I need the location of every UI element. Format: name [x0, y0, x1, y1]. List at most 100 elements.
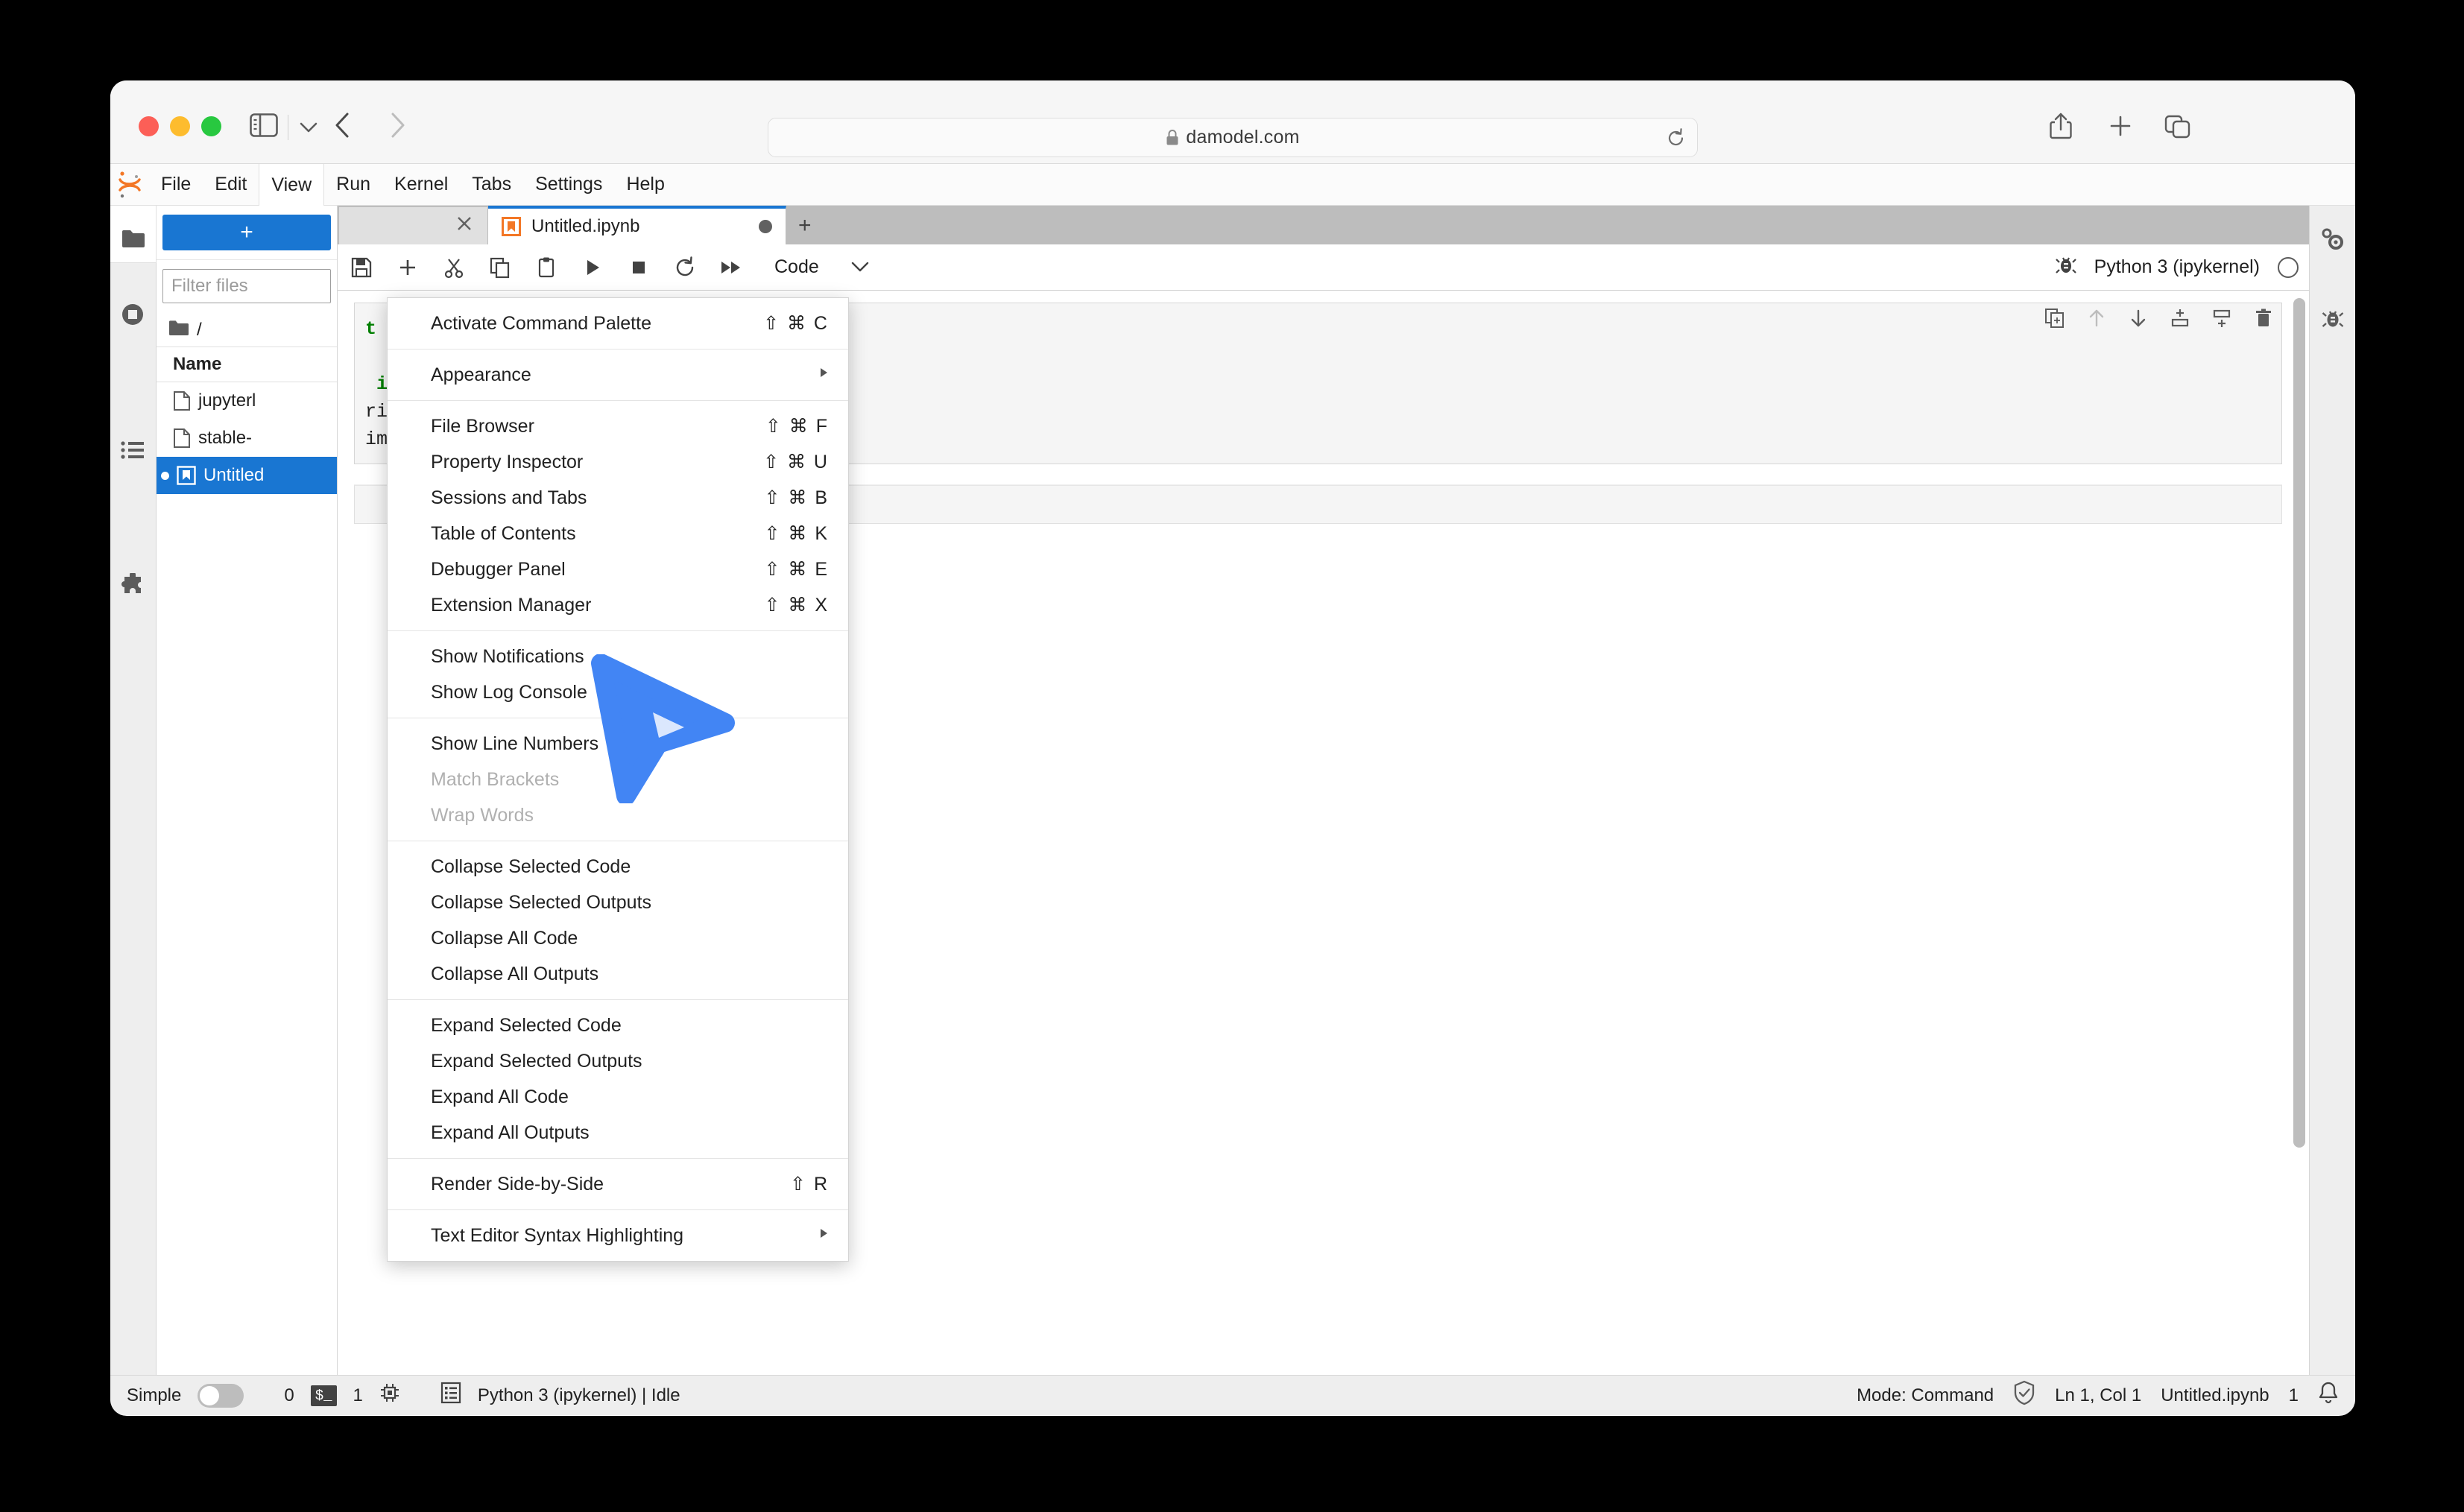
notebook-scrollbar-track[interactable]	[2290, 291, 2309, 1375]
view-dropdown-menu[interactable]: Activate Command Palette ⇧ ⌘ C Appearance F…	[387, 297, 849, 1262]
copy-icon[interactable]	[487, 254, 514, 281]
file-browser-column-header[interactable]: Name	[157, 347, 337, 382]
cpu-icon[interactable]	[379, 1382, 400, 1408]
address-bar[interactable]: damodel.com	[768, 118, 1698, 157]
insert-cell-below-icon[interactable]	[2211, 308, 2232, 332]
file-list-item[interactable]: jupyterl	[157, 382, 337, 420]
menu-item-collapse-selected-outputs[interactable]: Collapse Selected Outputs	[388, 885, 848, 920]
restart-run-all-icon[interactable]	[718, 254, 745, 281]
menu-item-file-browser[interactable]: File Browser ⇧ ⌘ F	[388, 408, 848, 444]
menubar-item-kernel[interactable]: Kernel	[382, 164, 460, 206]
tab-overview-icon[interactable]	[2164, 112, 2192, 144]
menu-item-collapse-all-code[interactable]: Collapse All Code	[388, 920, 848, 956]
close-icon[interactable]	[455, 214, 474, 238]
chevron-down-icon[interactable]	[299, 116, 318, 139]
cell-type-select[interactable]: Code	[774, 256, 870, 278]
file-browser-rows: jupyterl stable- Untitled	[157, 382, 337, 494]
delete-cell-icon[interactable]	[2253, 308, 2274, 332]
filter-files-input[interactable]: Filter files	[162, 269, 331, 303]
bug-icon[interactable]	[2055, 253, 2076, 281]
window-close-button[interactable]	[139, 116, 159, 136]
sidebar-item-running-terminals[interactable]	[110, 291, 156, 338]
menubar-item-help[interactable]: Help	[614, 164, 676, 206]
share-icon[interactable]	[2048, 112, 2073, 144]
cut-icon[interactable]	[440, 254, 467, 281]
sidebar-item-extension-manager[interactable]	[110, 563, 156, 609]
debugger-bug-icon[interactable]	[2310, 295, 2356, 341]
menu-item-expand-selected-code[interactable]: Expand Selected Code	[388, 1008, 848, 1043]
menu-item-expand-selected-outputs[interactable]: Expand Selected Outputs	[388, 1043, 848, 1079]
file-list-item[interactable]: Untitled	[157, 457, 337, 494]
trusted-shield-icon[interactable]	[2013, 1380, 2035, 1411]
simple-mode-label: Simple	[127, 1385, 182, 1405]
menubar-item-run[interactable]: Run	[324, 164, 382, 206]
menu-item-table-of-contents[interactable]: Table of Contents ⇧ ⌘ K	[388, 516, 848, 551]
menubar-item-view[interactable]: View	[259, 163, 325, 206]
insert-cell-above-icon[interactable]	[2170, 308, 2190, 332]
property-inspector-icon[interactable]	[2310, 216, 2356, 262]
stop-icon[interactable]	[625, 254, 652, 281]
menu-item-show-notifications[interactable]: Show Notifications	[388, 639, 848, 674]
add-cell-icon[interactable]	[394, 254, 421, 281]
sidebar-item-table-of-contents[interactable]	[110, 427, 156, 473]
paste-icon[interactable]	[533, 254, 560, 281]
menu-item-label: Extension Manager	[431, 594, 592, 616]
menu-item-debugger-panel[interactable]: Debugger Panel ⇧ ⌘ E	[388, 551, 848, 587]
menu-item-match-brackets: Match Brackets	[388, 762, 848, 797]
menu-item-collapse-selected-code[interactable]: Collapse Selected Code	[388, 849, 848, 885]
notebook-scrollbar-thumb[interactable]	[2293, 298, 2305, 1148]
cell-toolbar	[2044, 308, 2274, 332]
save-icon[interactable]	[348, 254, 375, 281]
menubar-item-file[interactable]: File	[149, 164, 203, 206]
menu-item-shortcut: ⇧ R	[790, 1174, 829, 1195]
menu-item-collapse-all-outputs[interactable]: Collapse All Outputs	[388, 956, 848, 992]
window-minimize-button[interactable]	[170, 116, 190, 136]
new-tab-button[interactable]	[2108, 112, 2133, 144]
notebook-icon	[177, 466, 196, 485]
duplicate-cell-icon[interactable]	[2044, 308, 2065, 332]
sidebar-item-file-browser[interactable]	[110, 216, 157, 262]
back-button[interactable]	[332, 110, 354, 144]
menu-item-text-editor-syntax-highlighting[interactable]: Text Editor Syntax Highlighting	[388, 1218, 848, 1253]
menu-item-expand-all-outputs[interactable]: Expand All Outputs	[388, 1115, 848, 1151]
breadcrumb[interactable]: /	[157, 314, 337, 347]
menubar-item-edit[interactable]: Edit	[203, 164, 259, 206]
reload-icon[interactable]	[1665, 127, 1687, 153]
menu-item-property-inspector[interactable]: Property Inspector ⇧ ⌘ U	[388, 444, 848, 480]
kernel-idle-circle-icon[interactable]	[2278, 256, 2299, 278]
menubar-item-tabs[interactable]: Tabs	[460, 164, 523, 206]
menu-item-activate-command-palette[interactable]: Activate Command Palette ⇧ ⌘ C	[388, 306, 848, 341]
menu-item-render-side-by-side[interactable]: Render Side-by-Side ⇧ R	[388, 1166, 848, 1202]
add-dock-tab-button[interactable]: +	[786, 207, 824, 244]
menu-item-label: Appearance	[431, 364, 531, 385]
dock-tab-untitled-ipynb[interactable]: Untitled.ipynb	[488, 206, 786, 244]
unsaved-indicator[interactable]	[759, 220, 772, 233]
menu-item-show-line-numbers[interactable]: Show Line Numbers	[388, 726, 848, 762]
menu-item-expand-all-code[interactable]: Expand All Code	[388, 1079, 848, 1115]
list-icon[interactable]	[440, 1382, 461, 1409]
forward-button[interactable]	[386, 110, 408, 144]
new-launcher-button[interactable]: +	[162, 215, 331, 250]
terminal-icon[interactable]: $_	[310, 1385, 337, 1406]
menu-item-extension-manager[interactable]: Extension Manager ⇧ ⌘ X	[388, 587, 848, 623]
dock-tab-other[interactable]	[339, 207, 488, 244]
kernel-name[interactable]: Python 3 (ipykernel)	[2094, 256, 2260, 278]
restart-icon[interactable]	[672, 254, 698, 281]
menu-item-label: Collapse All Outputs	[431, 963, 599, 984]
bell-icon[interactable]	[2318, 1381, 2339, 1410]
run-icon[interactable]	[579, 254, 606, 281]
menu-item-sessions-and-tabs[interactable]: Sessions and Tabs ⇧ ⌘ B	[388, 480, 848, 516]
menu-item-label: Table of Contents	[431, 522, 576, 544]
menu-item-appearance[interactable]: Appearance	[388, 357, 848, 393]
menu-item-show-log-console[interactable]: Show Log Console	[388, 674, 848, 710]
move-cell-up-icon[interactable]	[2086, 308, 2107, 332]
sidebar-toggle-icon[interactable]	[250, 113, 278, 141]
menu-item-shortcut: ⇧ ⌘ X	[764, 595, 829, 616]
move-cell-down-icon[interactable]	[2128, 308, 2149, 332]
notebook-icon	[502, 217, 521, 236]
file-list-item[interactable]: stable-	[157, 420, 337, 457]
chevron-right-icon	[818, 366, 829, 384]
window-maximize-button[interactable]	[201, 116, 221, 136]
simple-mode-toggle[interactable]	[198, 1383, 244, 1408]
menubar-item-settings[interactable]: Settings	[523, 164, 614, 206]
